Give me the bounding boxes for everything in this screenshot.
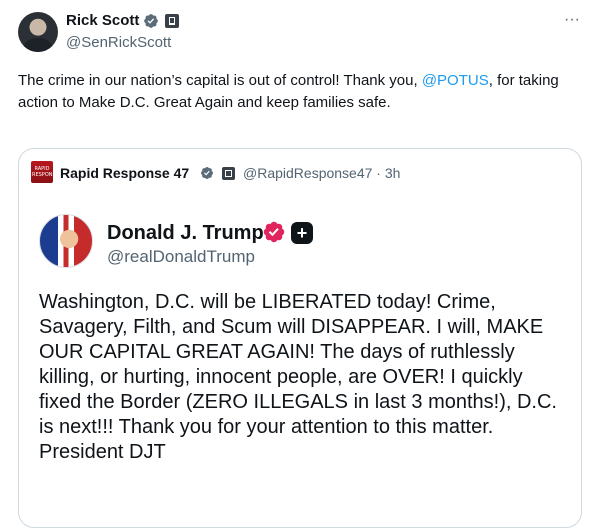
government-affiliation-icon [222, 167, 235, 180]
author-name[interactable]: Rick Scott [66, 12, 139, 30]
quoted-author-avatar[interactable]: RAPID RESPONSE [31, 161, 53, 183]
verified-badge-icon [263, 221, 285, 243]
inner-post-text: Washington, D.C. will be LIBERATED today… [39, 291, 557, 463]
quoted-author-name[interactable]: Rapid Response 47 [60, 165, 189, 181]
inner-author-name[interactable]: Donald J. Trump [107, 221, 264, 245]
more-options-button[interactable]: ··· [562, 10, 582, 30]
verified-badge-icon [201, 167, 213, 179]
avatar-logo-text: RAPID RESPONSE [32, 166, 53, 178]
quoted-author-meta[interactable]: @RapidResponse47 · 3h [243, 165, 400, 181]
plus-icon: + [291, 222, 313, 244]
verified-badge-icon [144, 14, 158, 28]
tweet-text: The crime in our nation’s capital is out… [18, 70, 578, 114]
government-affiliation-icon [165, 14, 179, 28]
author-handle[interactable]: @SenRickScott [66, 34, 171, 52]
author-avatar[interactable] [18, 12, 58, 52]
inner-author-avatar[interactable] [39, 214, 93, 268]
tweet-text-part: The crime in our nation’s capital is out… [18, 72, 422, 89]
inner-author-handle[interactable]: @realDonaldTrump [107, 247, 255, 267]
mention-link[interactable]: @POTUS [422, 72, 489, 89]
quoted-tweet-card[interactable]: RAPID RESPONSE Rapid Response 47 @RapidR… [18, 148, 582, 528]
